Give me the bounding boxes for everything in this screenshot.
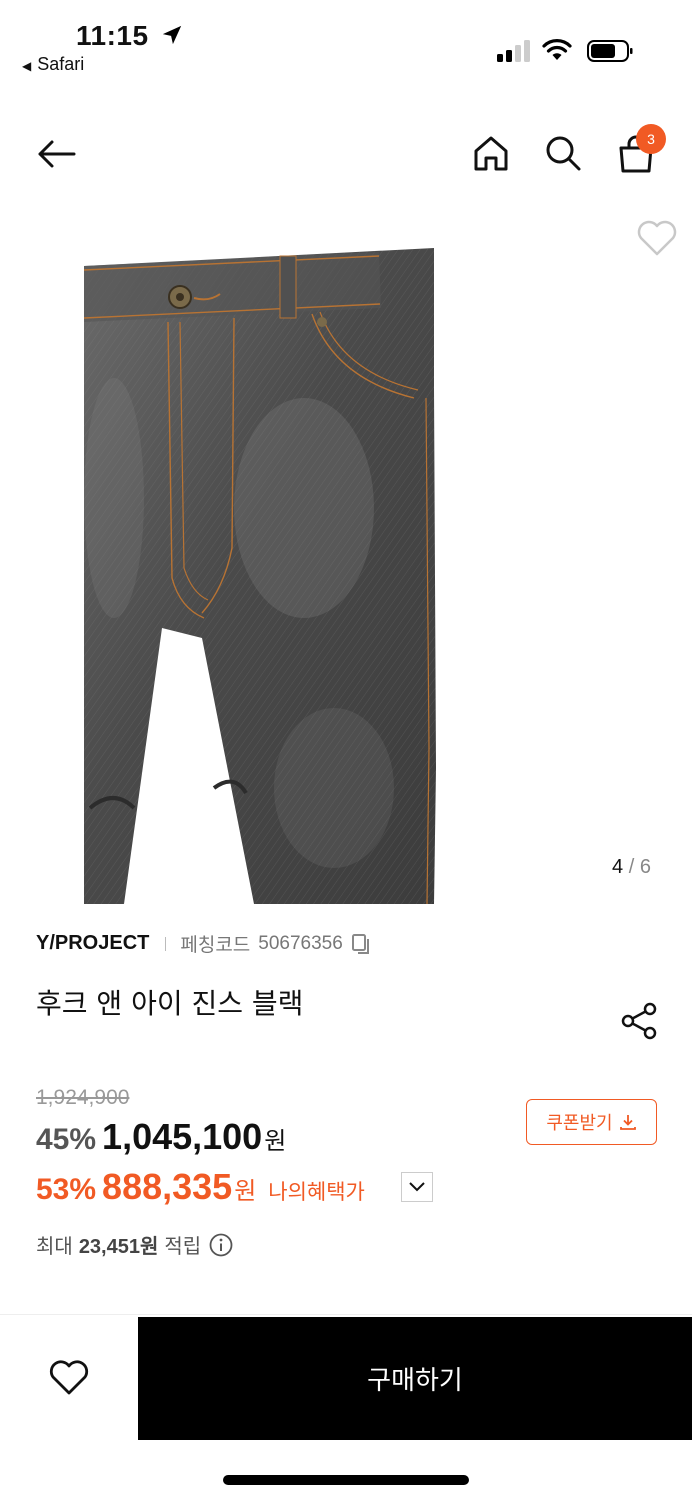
back-arrow-icon bbox=[38, 140, 76, 168]
share-icon[interactable] bbox=[618, 1000, 660, 1042]
status-time-text: 11:15 bbox=[76, 20, 149, 51]
wifi-icon bbox=[542, 39, 572, 60]
my-discount-rate: 53% bbox=[36, 1173, 97, 1206]
points-prefix: 최대 bbox=[36, 1234, 73, 1258]
back-triangle-icon: ◀ bbox=[22, 59, 32, 73]
bottom-bar-divider bbox=[0, 1314, 692, 1315]
home-button[interactable] bbox=[466, 128, 516, 178]
points-suffix: 적립 bbox=[164, 1234, 202, 1258]
pager-total: 6 bbox=[639, 856, 651, 878]
back-app-label: Safari bbox=[37, 54, 85, 74]
search-button[interactable] bbox=[538, 128, 588, 178]
points-row: 최대 23,451원 적립 bbox=[36, 1230, 233, 1259]
status-time: 11:15 bbox=[76, 20, 183, 52]
battery-icon bbox=[587, 40, 633, 62]
discount-rate: 45% bbox=[36, 1123, 97, 1156]
my-benefit-label: 나의혜택가 bbox=[268, 1180, 365, 1204]
buy-button[interactable]: 구매하기 bbox=[138, 1317, 692, 1440]
wishlist-heart-icon[interactable] bbox=[636, 218, 678, 258]
search-icon bbox=[546, 136, 581, 171]
brand-divider bbox=[165, 936, 167, 951]
info-icon[interactable] bbox=[209, 1233, 233, 1257]
fetching-code-label: 페칭코드 bbox=[180, 935, 251, 956]
benefit-toggle-button[interactable] bbox=[401, 1172, 433, 1202]
pager-separator: / bbox=[628, 856, 635, 878]
sale-price-currency: 원 bbox=[264, 1127, 287, 1155]
get-coupon-button[interactable]: 쿠폰받기 bbox=[526, 1099, 657, 1145]
sale-price: 1,045,100 bbox=[102, 1116, 263, 1157]
my-benefit-price-row: 53% 888,335 원 나의혜택가 bbox=[36, 1166, 365, 1208]
copy-icon[interactable] bbox=[351, 933, 373, 955]
product-image bbox=[84, 248, 436, 904]
chevron-down-icon bbox=[409, 1182, 425, 1192]
wishlist-button-heart-icon[interactable] bbox=[48, 1358, 90, 1398]
signal-icon bbox=[497, 40, 530, 62]
brand-link[interactable]: Y/PROJECT bbox=[36, 932, 149, 955]
home-icon bbox=[474, 136, 508, 171]
fetching-code-value: 50676356 bbox=[258, 932, 343, 954]
gallery-pager: 4 / 6 bbox=[612, 856, 651, 879]
back-to-app[interactable]: ◀ Safari bbox=[22, 54, 84, 75]
points-value: 23,451원 bbox=[78, 1236, 159, 1258]
brand-row: Y/PROJECT 페칭코드 50676356 bbox=[36, 930, 373, 957]
download-icon bbox=[619, 1115, 636, 1130]
coupon-label: 쿠폰받기 bbox=[546, 1113, 613, 1134]
my-benefit-price: 888,335 bbox=[102, 1166, 233, 1207]
cart-button[interactable]: 3 bbox=[610, 124, 666, 180]
price-row: 45% 1,045,100 원 bbox=[36, 1116, 286, 1158]
product-title: 후크 앤 아이 진스 블랙 bbox=[36, 987, 304, 1020]
original-price: 1,924,900 bbox=[36, 1086, 130, 1109]
location-arrow-icon bbox=[162, 25, 182, 45]
my-benefit-currency: 원 bbox=[234, 1177, 257, 1205]
cart-count-badge: 3 bbox=[636, 124, 666, 154]
home-indicator[interactable] bbox=[223, 1475, 469, 1485]
pager-current: 4 bbox=[612, 856, 624, 878]
back-button[interactable] bbox=[30, 128, 82, 180]
